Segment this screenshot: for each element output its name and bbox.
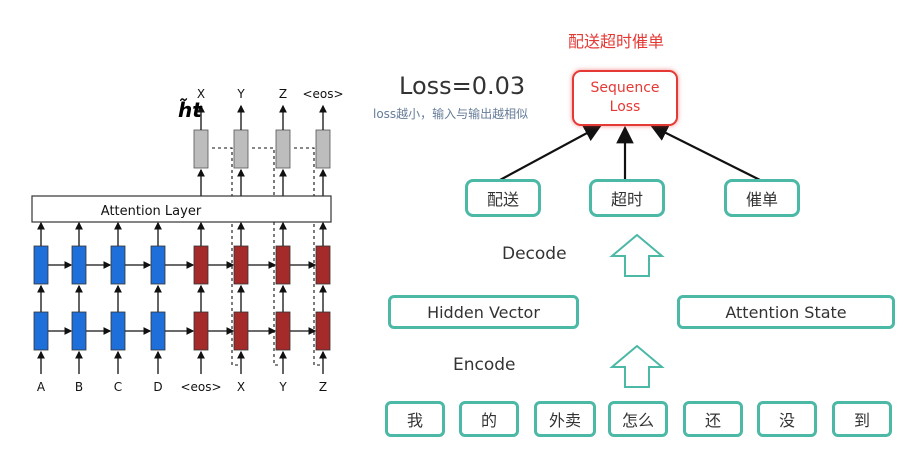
arrow-peisong-to-loss [499, 124, 602, 181]
decoder-cell [315, 311, 331, 351]
encoder-cell [33, 245, 49, 285]
hidden-vector-box: Hidden Vector [388, 295, 579, 329]
output-cell [233, 129, 249, 169]
output-cell [193, 129, 209, 169]
seq2seq-attention-figure: A B C D <eos> X Y ZX Y Z <eos> h̃t Attention Layer [31, 87, 761, 394]
input-token-zenme: 怎么 [608, 401, 668, 437]
attention-state-box: Attention State [677, 295, 895, 329]
input-token-label: Z [319, 380, 327, 394]
input-token-waimai: 外卖 [534, 401, 596, 437]
decode-label: Decode [502, 244, 567, 264]
input-token-dao: 到 [832, 401, 892, 437]
sequence-loss-line1: Sequence [590, 80, 660, 96]
encoder-cell [71, 245, 87, 285]
decoder-cell [233, 311, 249, 351]
input-token-label: A [37, 380, 46, 394]
attention-layer-label: Attention Layer [101, 204, 202, 219]
encoder-cell [150, 311, 166, 351]
decoded-token-chaoshi: 超时 [589, 179, 665, 217]
output-token-label: Y [236, 87, 245, 101]
input-token-hai: 还 [683, 401, 743, 437]
arrow-cuidan-to-loss [650, 125, 761, 181]
decoder-cell [315, 245, 331, 285]
encoder-cell [110, 311, 126, 351]
sequence-loss-line2: Loss [609, 99, 641, 115]
decoder-cell [193, 245, 209, 285]
loss-value: Loss=0.03 [399, 72, 526, 100]
input-token-label: C [114, 380, 122, 394]
decoder-cell [275, 311, 291, 351]
loss-note: loss越小，输入与输出越相似 [373, 107, 529, 121]
sequence-loss-box: Sequence Loss [572, 70, 678, 126]
input-token-mei: 没 [757, 401, 817, 437]
output-cell [315, 129, 331, 169]
output-cell [275, 129, 291, 169]
decoded-token-peisong: 配送 [465, 179, 541, 217]
decode-up-arrow-icon [609, 233, 665, 277]
decoder-cell [275, 245, 291, 285]
input-token-label: B [75, 380, 83, 394]
encoder-cell [71, 311, 87, 351]
output-token-label: <eos> [302, 87, 343, 101]
encoder-cell [33, 311, 49, 351]
decoded-token-cuidan: 催单 [724, 179, 800, 217]
encoder-cell [110, 245, 126, 285]
top-title: 配送超时催单 [568, 32, 665, 51]
diagram-canvas: A B C D <eos> X Y Z X Y Z <eos> h̃t Attention Layer… [0, 0, 923, 469]
input-token-label: X [237, 380, 245, 394]
decoder-cell [193, 311, 209, 351]
input-token-label: D [153, 380, 162, 394]
input-token-label: Y [278, 380, 287, 394]
input-token-label: <eos> [180, 380, 221, 394]
h-tilde-t-label: h̃t [178, 98, 203, 122]
output-token-label: Z [279, 87, 287, 101]
encoder-cell [150, 245, 166, 285]
input-token-de: 的 [459, 401, 519, 437]
decoder-cell [233, 245, 249, 285]
input-token-wo: 我 [385, 401, 445, 437]
encode-label: Encode [453, 355, 516, 375]
encode-up-arrow-icon [609, 344, 665, 388]
